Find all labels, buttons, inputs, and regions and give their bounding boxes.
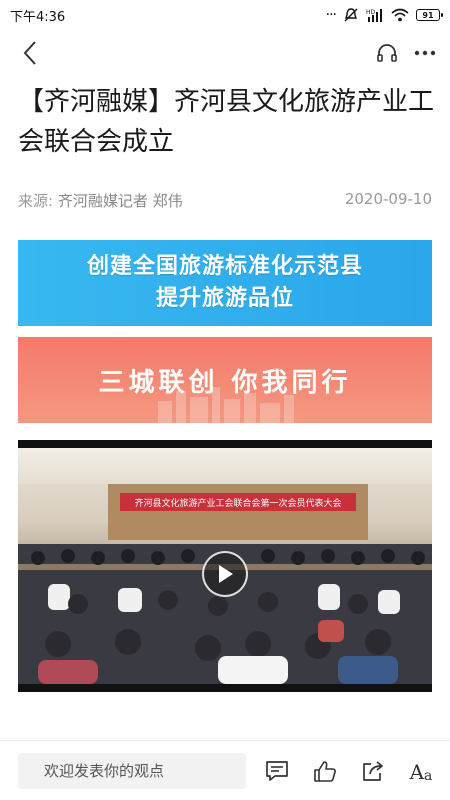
font-size-large: A bbox=[409, 759, 425, 784]
video-ceiling bbox=[18, 448, 432, 484]
bottom-bar: 欢迎发表你的观点 Aa bbox=[0, 740, 450, 800]
banner-tourism-line2: 提升旅游品位 bbox=[155, 286, 294, 311]
more-icon[interactable] bbox=[414, 50, 436, 56]
banner-tourism-line1: 创建全国旅游标准化示范县 bbox=[86, 254, 363, 279]
comment-button[interactable] bbox=[264, 758, 290, 784]
share-icon bbox=[363, 760, 383, 781]
play-icon bbox=[219, 565, 233, 583]
chevron-left-icon[interactable] bbox=[22, 40, 38, 66]
article-title: 【齐河融媒】齐河县文化旅游产业工会联合会成立 bbox=[18, 87, 435, 157]
battery-icon: 91 bbox=[416, 9, 443, 21]
signal-icon: HD bbox=[366, 9, 382, 22]
status-icons: ··· HD 91 bbox=[325, 7, 443, 23]
font-size-button[interactable]: Aa bbox=[408, 758, 434, 784]
article-date: 2020-09-10 bbox=[344, 190, 432, 208]
article-source: 来源: 齐河融媒记者 郑伟 bbox=[18, 190, 183, 211]
banner-three-cities: 三城联创 你我同行 bbox=[18, 337, 432, 423]
svg-text:HD: HD bbox=[366, 9, 376, 16]
font-size-small: a bbox=[424, 767, 433, 784]
video-thumbnail: 齐河县文化旅游产业工会联合会第一次会员代表大会 bbox=[18, 448, 432, 684]
comment-placeholder: 欢迎发表你的观点 bbox=[44, 762, 165, 780]
source-name: 齐河融媒记者 郑伟 bbox=[57, 192, 183, 210]
dots-icon: ··· bbox=[325, 7, 337, 23]
status-bar: 下午4:36 ··· HD 91 bbox=[0, 0, 450, 30]
video-player[interactable]: 齐河县文化旅游产业工会联合会第一次会员代表大会 bbox=[18, 440, 432, 692]
headphones-icon[interactable] bbox=[376, 42, 398, 64]
comment-icon bbox=[266, 760, 288, 781]
mute-icon bbox=[344, 8, 358, 22]
source-label: 来源: bbox=[18, 192, 54, 210]
comment-input[interactable]: 欢迎发表你的观点 bbox=[18, 752, 246, 789]
nav-actions bbox=[376, 42, 436, 64]
play-button[interactable] bbox=[202, 551, 248, 597]
article-meta: 来源: 齐河融媒记者 郑伟 2020-09-10 bbox=[18, 190, 432, 211]
like-button[interactable] bbox=[312, 758, 338, 784]
banner-three-cities-text: 三城联创 你我同行 bbox=[98, 367, 352, 398]
battery-level: 91 bbox=[422, 10, 434, 20]
thumbs-up-icon bbox=[314, 760, 336, 782]
status-time: 下午4:36 bbox=[10, 9, 66, 25]
share-button[interactable] bbox=[360, 758, 386, 784]
bottom-actions: Aa bbox=[264, 758, 434, 784]
video-stage-banner: 齐河县文化旅游产业工会联合会第一次会员代表大会 bbox=[120, 493, 356, 511]
wifi-icon bbox=[391, 8, 409, 22]
banner-tourism: 创建全国旅游标准化示范县 提升旅游品位 bbox=[18, 240, 432, 326]
nav-bar bbox=[0, 30, 450, 76]
